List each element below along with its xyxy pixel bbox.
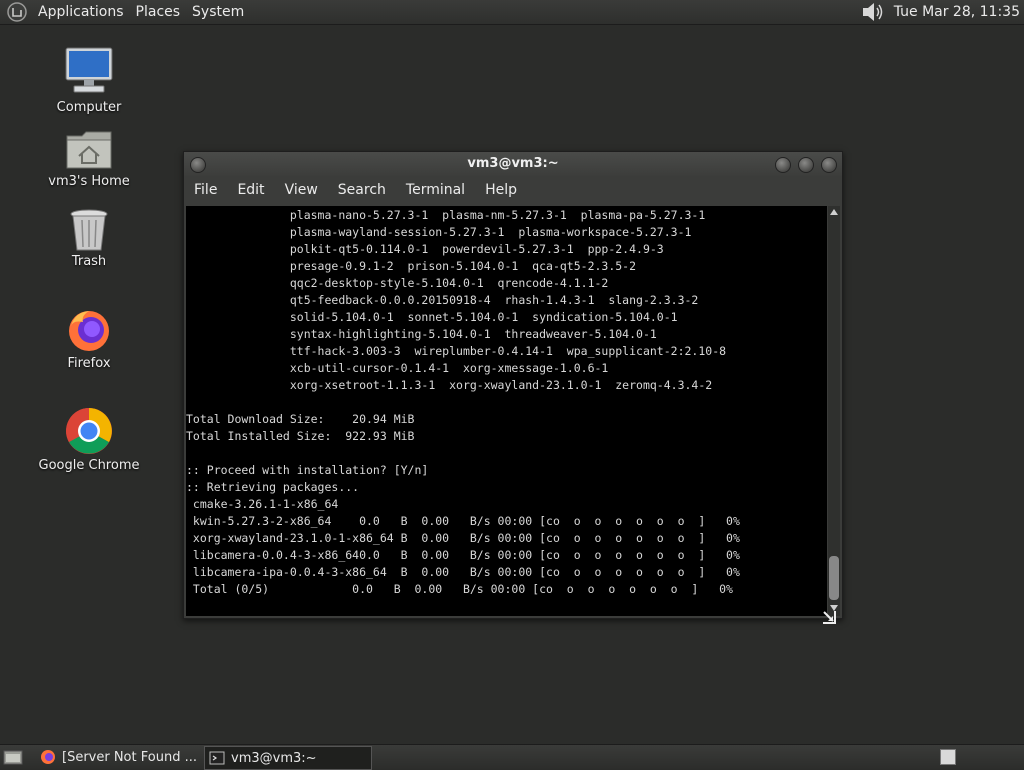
chrome-label: Google Chrome: [38, 458, 140, 473]
minimize-button[interactable]: [775, 157, 791, 173]
scrollbar-thumb[interactable]: [829, 556, 839, 600]
chrome-icon: [66, 408, 112, 454]
desktop-icon-trash[interactable]: Trash: [34, 208, 144, 269]
menu-file[interactable]: File: [184, 182, 227, 198]
top-panel: Applications Places System Tue Mar 28, 1…: [0, 0, 1024, 25]
resize-grip-icon[interactable]: [820, 608, 838, 626]
computer-label: Computer: [56, 100, 122, 115]
task-label-firefox: [Server Not Found ...: [62, 749, 196, 765]
menu-terminal[interactable]: Terminal: [396, 182, 475, 198]
window-title: vm3@vm3:~: [467, 156, 559, 171]
home-label: vm3's Home: [48, 174, 130, 189]
taskbar-task-firefox[interactable]: [Server Not Found ...: [36, 746, 196, 768]
window-titlebar[interactable]: vm3@vm3:~: [184, 152, 842, 176]
firefox-task-icon: [41, 750, 55, 764]
vertical-scrollbar[interactable]: [828, 206, 840, 616]
system-menu[interactable]: System: [186, 4, 250, 20]
trash-label: Trash: [71, 254, 107, 269]
terminal-menubar: File Edit View Search Terminal Help: [184, 176, 842, 204]
home-folder-icon: [66, 131, 112, 169]
scroll-up-arrow-icon[interactable]: [828, 206, 840, 218]
terminal-output[interactable]: plasma-nano-5.27.3-1 plasma-nm-5.27.3-1 …: [186, 206, 827, 616]
volume-icon[interactable]: [860, 1, 884, 23]
close-button[interactable]: [821, 157, 837, 173]
applications-menu[interactable]: Applications: [32, 4, 130, 20]
firefox-label: Firefox: [67, 356, 111, 371]
desktop-icon-computer[interactable]: Computer: [34, 46, 144, 115]
maximize-button[interactable]: [798, 157, 814, 173]
desktop-icon-chrome[interactable]: Google Chrome: [34, 406, 144, 473]
desktop-icon-home[interactable]: vm3's Home: [34, 128, 144, 189]
workspace-switcher[interactable]: [940, 749, 956, 765]
terminal-window[interactable]: vm3@vm3:~ File Edit View Search Terminal…: [183, 151, 843, 624]
menu-view[interactable]: View: [275, 182, 328, 198]
menu-search[interactable]: Search: [328, 182, 396, 198]
show-desktop-icon[interactable]: [3, 748, 23, 766]
mint-menu-icon[interactable]: [6, 1, 28, 23]
menu-edit[interactable]: Edit: [227, 182, 274, 198]
terminal-text: plasma-nano-5.27.3-1 plasma-nm-5.27.3-1 …: [186, 208, 740, 596]
task-label-terminal: vm3@vm3:~: [231, 750, 317, 766]
clock[interactable]: Tue Mar 28, 11:35: [894, 4, 1020, 20]
bottom-panel: [Server Not Found ... vm3@vm3:~: [0, 744, 1024, 770]
computer-icon: [65, 47, 113, 93]
places-menu[interactable]: Places: [130, 4, 187, 20]
firefox-icon: [69, 311, 109, 351]
terminal-task-icon: [209, 751, 225, 765]
desktop-icon-firefox[interactable]: Firefox: [34, 306, 144, 371]
menu-help[interactable]: Help: [475, 182, 527, 198]
taskbar-task-terminal[interactable]: vm3@vm3:~: [204, 746, 372, 770]
trash-icon: [70, 209, 108, 251]
